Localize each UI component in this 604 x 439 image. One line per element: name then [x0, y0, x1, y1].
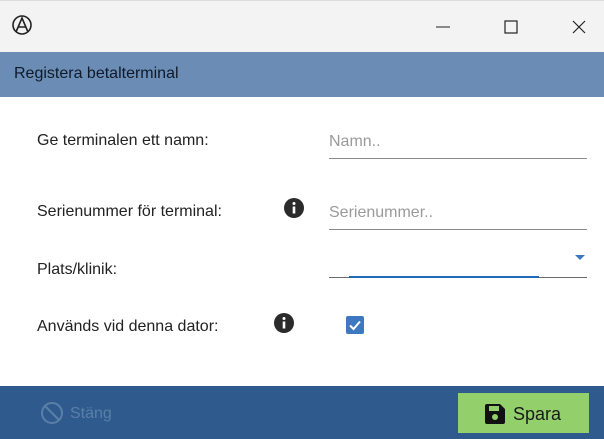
- window-titlebar: [0, 0, 604, 52]
- location-select[interactable]: [329, 254, 587, 278]
- name-label: Ge terminalen ett namn:: [37, 132, 209, 149]
- ban-icon: [41, 402, 63, 424]
- maximize-icon[interactable]: [496, 13, 526, 41]
- used-checkbox[interactable]: [346, 316, 364, 334]
- minimize-icon[interactable]: [428, 13, 458, 41]
- name-input[interactable]: [329, 128, 587, 156]
- serial-field[interactable]: [329, 199, 587, 230]
- dialog-title: Registera betalterminal: [14, 65, 179, 82]
- serial-input[interactable]: [329, 199, 587, 227]
- info-icon[interactable]: [274, 313, 294, 333]
- chevron-down-icon[interactable]: [575, 255, 585, 260]
- name-field[interactable]: [329, 128, 587, 159]
- floppy-disk-icon: [485, 404, 505, 424]
- close-icon[interactable]: [564, 13, 594, 41]
- app-logo-icon: [10, 13, 34, 37]
- info-icon[interactable]: [284, 198, 304, 218]
- used-label: Används vid denna dator:: [37, 318, 219, 335]
- serial-label: Serienummer för terminal:: [37, 203, 222, 220]
- save-button-label: Spara: [513, 404, 562, 424]
- close-button-label: Stäng: [70, 405, 112, 422]
- save-button[interactable]: Spara: [458, 393, 589, 433]
- dialog-header: Registera betalterminal: [0, 52, 604, 97]
- location-label: Plats/klinik:: [37, 261, 118, 278]
- dialog-footer: Stäng Spara: [0, 386, 604, 439]
- checkmark-icon: [349, 320, 361, 331]
